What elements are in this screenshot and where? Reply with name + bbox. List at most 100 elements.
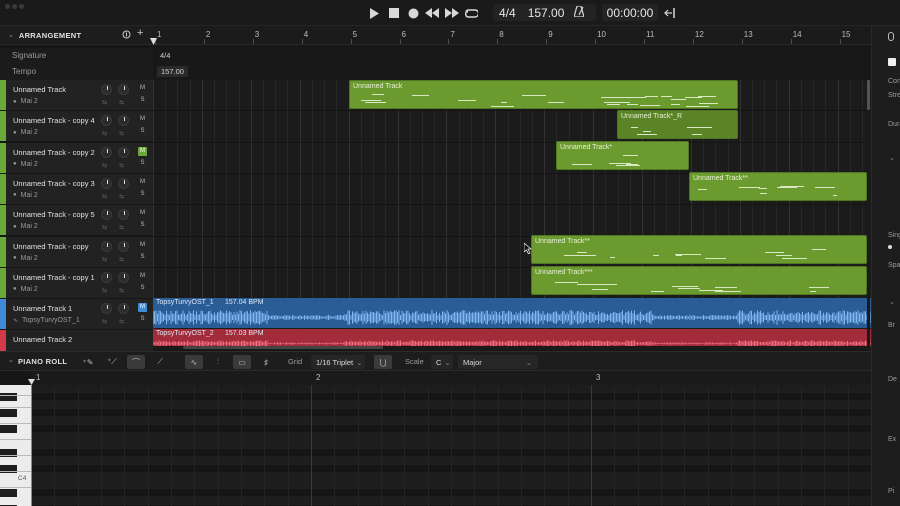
follow-playhead-button[interactable] <box>662 5 678 21</box>
track-name[interactable]: Unnamed Track <box>13 85 66 94</box>
piano-keyboard[interactable]: C4 <box>0 385 31 506</box>
track-input[interactable]: ● Mai 2 <box>13 192 38 199</box>
add-track-button[interactable]: + <box>137 27 143 39</box>
track-input[interactable]: ● Mai 2 <box>13 129 38 136</box>
midi-clip[interactable]: Unnamed Track*** <box>531 266 867 295</box>
solo-button[interactable]: S <box>138 190 147 199</box>
rewind-button[interactable] <box>424 5 440 21</box>
magnet-snap-button[interactable]: ⋃ <box>374 355 392 369</box>
chevron-down-icon[interactable]: ⌄ <box>889 154 895 162</box>
grid-select[interactable]: 1/16 Triplet ⌄ <box>311 355 365 369</box>
tempo-lane[interactable]: 157.00 <box>153 64 871 80</box>
mute-button[interactable]: M <box>138 115 147 124</box>
midi-clip[interactable]: Unnamed Track*_R <box>617 110 738 139</box>
route-icon[interactable]: ⇆ <box>119 194 129 200</box>
add-track-folder-icon[interactable] <box>122 30 131 41</box>
line-tool-button[interactable]: ⟋ <box>151 355 169 369</box>
pan-knob[interactable] <box>118 146 129 158</box>
metronome-icon[interactable] <box>573 4 586 20</box>
mute-button[interactable]: M <box>138 303 147 313</box>
pan-knob[interactable] <box>118 115 129 127</box>
track-name[interactable]: Unnamed Track - copy 5 <box>13 210 95 219</box>
track-name[interactable]: Unnamed Track 2 <box>13 335 72 344</box>
track-header[interactable]: Unnamed Track - copy 4 ● Mai 2 ⇆ ⇆ M S <box>0 111 153 143</box>
track-header[interactable]: Unnamed Track - copy ● Mai 2 ⇆ ⇆ M S <box>0 236 153 268</box>
track-name[interactable]: Unnamed Track - copy 4 <box>13 116 95 125</box>
stop-button[interactable] <box>386 5 402 21</box>
track-name[interactable]: Unnamed Track 1 <box>13 304 72 313</box>
mute-button[interactable]: M <box>138 241 147 250</box>
midi-clip[interactable]: Unnamed Track** <box>531 235 867 264</box>
midi-clip[interactable]: Unnamed Track <box>349 80 738 109</box>
piano-black-key[interactable] <box>0 409 17 417</box>
pencil-tool-button[interactable]: ⁺⟋ <box>103 355 121 369</box>
window-dot[interactable] <box>19 4 24 9</box>
fast-forward-button[interactable] <box>444 5 460 21</box>
arm-record-icon[interactable]: ⇆ <box>102 319 112 325</box>
window-dot[interactable] <box>12 4 17 9</box>
arrangement-hscroll[interactable] <box>153 346 871 350</box>
toggle-dot[interactable] <box>888 245 892 249</box>
route-icon[interactable]: ⇆ <box>119 288 129 294</box>
collapse-chevron-icon[interactable]: ⌄ <box>8 31 14 39</box>
chevron-down-icon[interactable]: ⌄ <box>889 298 895 306</box>
route-icon[interactable]: ⇆ <box>119 319 129 325</box>
pan-knob[interactable] <box>118 303 129 315</box>
snap-sharp-button[interactable]: ♯ <box>257 355 275 369</box>
solo-button[interactable]: S <box>138 284 147 293</box>
track-header[interactable]: Unnamed Track - copy 1 ● Mai 2 ⇆ ⇆ M S <box>0 267 153 299</box>
mute-button[interactable]: M <box>138 209 147 218</box>
track-input[interactable]: ● Mai 2 <box>13 286 38 293</box>
solo-button[interactable]: S <box>138 315 147 324</box>
wave-view-button[interactable]: ∿ <box>185 355 203 369</box>
track-name[interactable]: Unnamed Track - copy 2 <box>13 148 95 157</box>
arm-record-icon[interactable]: ⇆ <box>102 163 112 169</box>
arrangement-ruler[interactable]: 1 2 3 4 5 6 7 8 9 10 11 12 13 14 15 <box>150 26 871 45</box>
track-header[interactable]: Unnamed Track 1 ∿ TopsyTurvyOST_1 ⇆ ⇆ M S <box>0 299 153 331</box>
solo-button[interactable]: S <box>138 96 147 105</box>
arm-record-icon[interactable]: ⇆ <box>102 194 112 200</box>
draw-tool-button[interactable]: ⁺✎ <box>79 355 97 369</box>
volume-knob[interactable] <box>101 271 112 283</box>
tempo-display[interactable]: 157.00 <box>528 6 565 20</box>
loop-button[interactable] <box>463 5 479 21</box>
pan-knob[interactable] <box>118 84 129 95</box>
arm-record-icon[interactable]: ⇆ <box>102 288 112 294</box>
volume-knob[interactable] <box>101 209 112 221</box>
checkbox[interactable] <box>888 58 896 66</box>
track-header[interactable]: Unnamed Track - copy 3 ● Mai 2 ⇆ ⇆ M S <box>0 173 153 205</box>
track-input[interactable]: ∿ TopsyTurvyOST_1 <box>13 317 80 324</box>
route-icon[interactable]: ⇆ <box>119 100 129 106</box>
microphone-icon[interactable] <box>888 32 894 41</box>
piano-roll-ruler[interactable]: 1 2 3 <box>28 371 871 385</box>
arm-record-icon[interactable]: ⇆ <box>102 100 112 106</box>
track-header[interactable]: Unnamed Track - copy 5 ● Mai 2 ⇆ ⇆ M S <box>0 205 153 237</box>
solo-button[interactable]: S <box>138 159 147 168</box>
mute-button[interactable]: M <box>138 178 147 187</box>
arm-record-icon[interactable]: ⇆ <box>102 257 112 263</box>
solo-button[interactable]: S <box>138 221 147 230</box>
track-header[interactable]: Unnamed Track ● Mai 2 ⇆ ⇆ M S <box>0 80 153 111</box>
track-input[interactable]: ● Mai 2 <box>13 255 38 262</box>
window-dot[interactable] <box>5 4 10 9</box>
pan-knob[interactable] <box>118 240 129 252</box>
route-icon[interactable]: ⇆ <box>119 163 129 169</box>
split-view-button[interactable]: ⫶ <box>209 355 227 369</box>
volume-knob[interactable] <box>101 115 112 127</box>
volume-knob[interactable] <box>101 177 112 189</box>
volume-knob[interactable] <box>101 240 112 252</box>
track-name[interactable]: Unnamed Track - copy <box>13 242 88 251</box>
arrangement-vscroll[interactable] <box>867 80 870 350</box>
midi-clip[interactable]: Unnamed Track* <box>556 141 689 170</box>
volume-knob[interactable] <box>101 84 112 95</box>
track-name[interactable]: Unnamed Track - copy 3 <box>13 179 95 188</box>
track-name[interactable]: Unnamed Track - copy 1 <box>13 273 95 282</box>
arrangement-grid[interactable]: Unnamed Track Unnamed Track*_R Unnamed Tra… <box>153 80 871 348</box>
pan-knob[interactable] <box>118 271 129 283</box>
curve-tool-button[interactable]: ⌒ <box>127 355 145 369</box>
signature-lane[interactable]: 4/4 <box>153 48 871 64</box>
piano-roll-grid[interactable] <box>31 385 871 506</box>
route-icon[interactable]: ⇆ <box>119 131 129 137</box>
arm-record-icon[interactable]: ⇆ <box>102 225 112 231</box>
track-input[interactable]: ● Mai 2 <box>13 161 38 168</box>
